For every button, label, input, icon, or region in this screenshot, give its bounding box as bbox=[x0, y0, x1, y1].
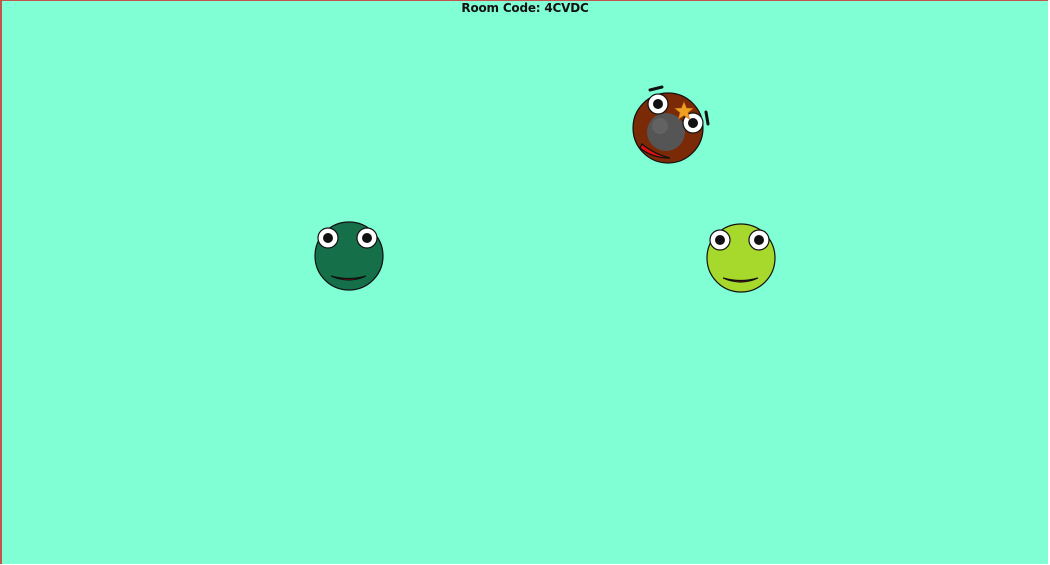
stunned-face-icon bbox=[632, 85, 710, 164]
player-lime-green bbox=[706, 223, 776, 293]
room-code-label: Room Code: 4CVDC bbox=[461, 1, 589, 15]
frog-face-icon bbox=[314, 221, 384, 291]
frog-face-icon bbox=[706, 223, 776, 293]
player-brown-stunned bbox=[632, 85, 710, 164]
player-dark-green bbox=[314, 221, 384, 291]
right-eyebrow-icon bbox=[704, 110, 710, 126]
game-board[interactable] bbox=[0, 0, 1048, 564]
left-eyebrow-icon bbox=[648, 85, 664, 92]
board-background bbox=[2, 1, 1048, 564]
